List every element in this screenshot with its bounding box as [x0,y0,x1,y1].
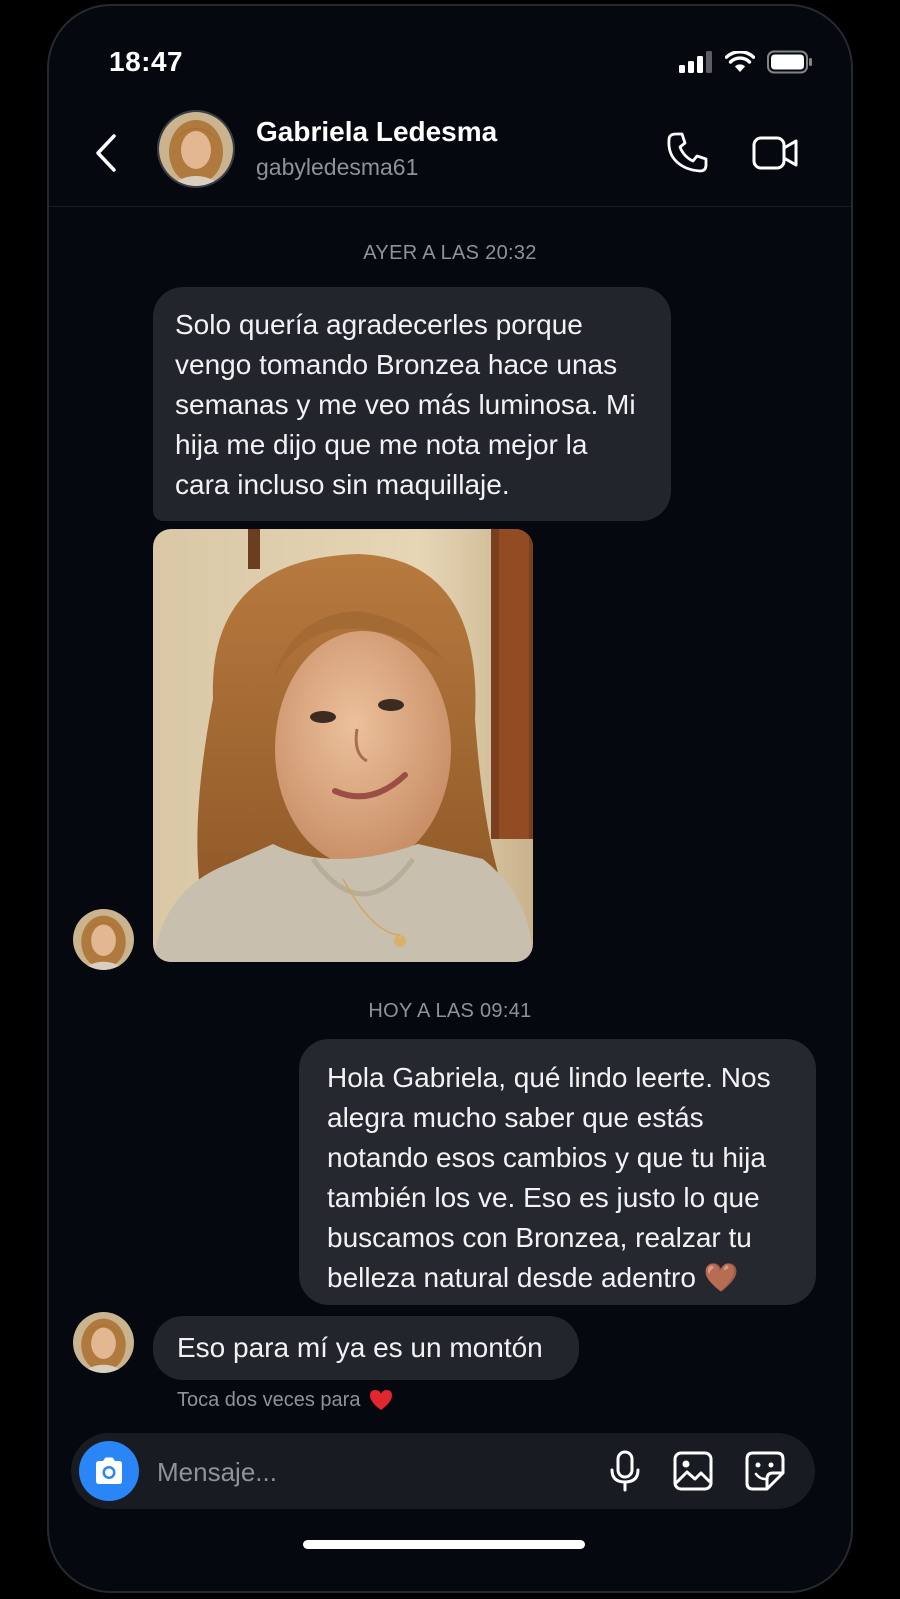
sticker-button[interactable] [743,1449,787,1493]
chevron-left-icon [96,134,116,172]
wifi-icon [725,51,755,72]
hint-text: Toca dos veces para [177,1388,361,1411]
back-button[interactable] [89,130,123,176]
gallery-button[interactable] [671,1449,715,1493]
received-message-bubble[interactable]: Solo quería agradecerles porque vengo to… [153,287,671,521]
double-tap-hint: Toca dos veces para [177,1388,394,1412]
image-icon [673,1451,713,1491]
contact-avatar[interactable] [157,110,235,188]
chat-header: Gabriela Ledesma gabyledesma61 [49,106,851,207]
avatar-photo [73,1312,134,1373]
phone-screen: 18:47 Gabriela Ledesma gabyledesma61 AYE… [47,4,853,1593]
avatar-photo [73,909,134,970]
heart-icon [370,1390,393,1410]
sent-message-bubble[interactable]: Hola Gabriela, qué lindo leerte. Nos ale… [299,1039,816,1305]
timestamp-today: HOY A LAS 09:41 [368,1000,532,1022]
battery-icon [767,50,812,74]
sticker-icon [745,1451,785,1491]
selfie-photo-image [153,529,533,962]
camera-button[interactable] [79,1441,139,1501]
contact-handle: gabyledesma61 [256,154,419,180]
contact-name[interactable]: Gabriela Ledesma [256,116,497,148]
voice-call-button[interactable] [664,130,710,176]
avatar-photo [159,112,233,186]
video-camera-icon [752,136,798,170]
camera-icon [96,1457,122,1484]
sender-avatar[interactable] [73,1312,134,1373]
status-bar: 18:47 [49,6,851,106]
cellular-signal-icon [679,51,712,73]
voice-message-button[interactable] [603,1449,647,1493]
message-composer [71,1433,815,1509]
status-time: 18:47 [109,46,184,77]
message-input[interactable] [155,1447,579,1497]
sender-avatar[interactable] [73,909,134,970]
phone-icon [667,132,708,173]
timestamp-yesterday: AYER A LAS 20:32 [363,242,537,264]
video-call-button[interactable] [751,130,801,176]
microphone-icon [610,1450,640,1492]
status-icons [679,50,813,74]
received-message-bubble[interactable]: Eso para mí ya es un montón [153,1316,579,1380]
home-indicator[interactable] [303,1540,585,1549]
received-photo[interactable] [153,529,533,962]
